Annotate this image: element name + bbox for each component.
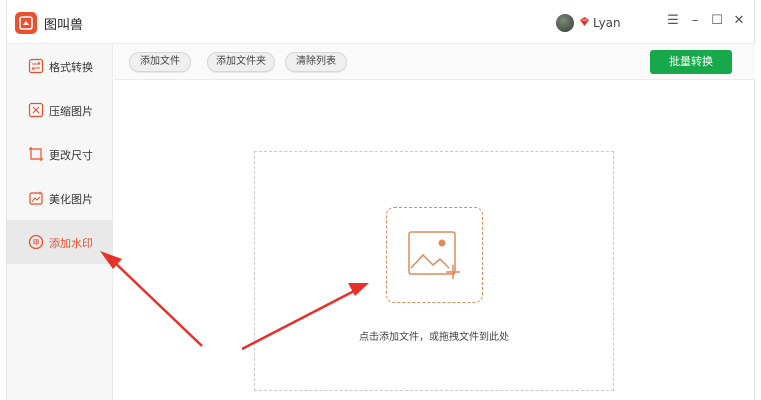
app-logo-icon (15, 12, 37, 34)
toolbar: 添加文件 添加文件夹 清除列表 批量转换 (114, 44, 755, 80)
sidebar: 格式转换 压缩图片 更改尺寸 美化图片 印 添加水印 (7, 44, 113, 400)
sidebar-item-label: 美化图片 (49, 193, 93, 206)
beautify-image-icon (29, 191, 43, 205)
clear-list-button[interactable]: 清除列表 (285, 52, 347, 72)
app-window: 图叫兽 Lyan ☰ – ☐ ✕ 格式转换 压缩图片 更改尺寸 美化图片 印 添… (6, 0, 755, 400)
resize-icon (29, 147, 43, 161)
watermark-icon: 印 (28, 234, 44, 250)
minimize-button[interactable]: – (687, 13, 703, 29)
add-image-icon (408, 231, 460, 279)
sidebar-item-label: 添加水印 (49, 237, 93, 250)
format-convert-icon (28, 58, 44, 74)
batch-convert-button[interactable]: 批量转换 (650, 50, 732, 74)
sidebar-item-resize[interactable]: 更改尺寸 (7, 132, 113, 176)
sidebar-item-compress-image[interactable]: 压缩图片 (7, 88, 113, 132)
vip-badge-icon (580, 17, 589, 26)
add-file-button[interactable]: 添加文件 (129, 52, 191, 72)
compress-image-icon (28, 102, 44, 118)
menu-icon[interactable]: ☰ (665, 13, 681, 29)
add-image-button[interactable] (386, 207, 483, 303)
app-title: 图叫兽 (44, 18, 84, 33)
add-folder-button[interactable]: 添加文件夹 (207, 52, 275, 72)
close-button[interactable]: ✕ (731, 13, 747, 29)
sidebar-item-label: 更改尺寸 (49, 149, 93, 162)
sidebar-item-watermark[interactable]: 印 添加水印 (7, 220, 113, 264)
drop-hint: 点击添加文件，或拖拽文件到此处 (359, 332, 509, 343)
sidebar-item-format-convert[interactable]: 格式转换 (7, 44, 113, 88)
avatar[interactable] (556, 14, 574, 32)
sidebar-item-label: 压缩图片 (49, 105, 93, 118)
maximize-button[interactable]: ☐ (709, 13, 725, 29)
sidebar-item-beautify-image[interactable]: 美化图片 (7, 176, 113, 220)
drop-zone[interactable]: 点击添加文件，或拖拽文件到此处 (254, 151, 614, 391)
username[interactable]: Lyan (593, 16, 621, 30)
title-bar: 图叫兽 Lyan ☰ – ☐ ✕ (7, 0, 754, 44)
sidebar-item-label: 格式转换 (49, 61, 93, 74)
svg-text:印: 印 (33, 239, 39, 247)
